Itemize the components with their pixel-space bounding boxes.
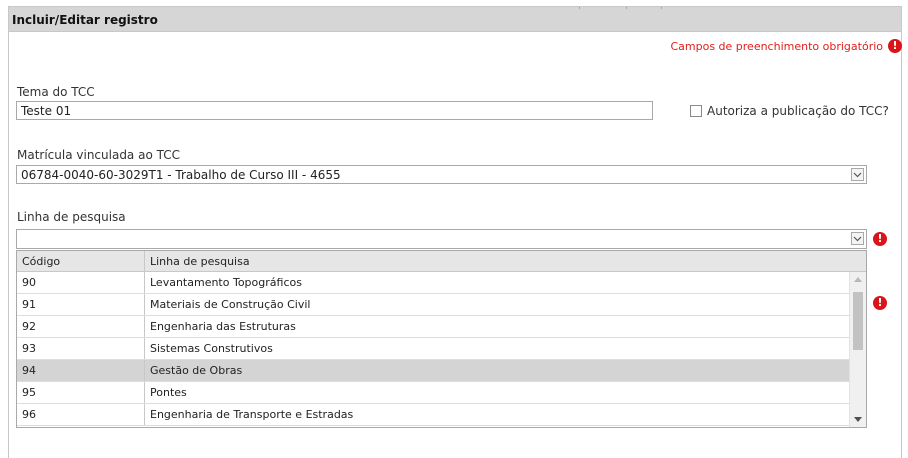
autoriza-label: Autoriza a publicação do TCC? (707, 104, 889, 118)
item-code: 91 (22, 298, 36, 311)
linha-select[interactable] (16, 229, 867, 249)
linha-dropdown-list[interactable]: Código Linha de pesquisa 90 Levantamento… (16, 250, 867, 428)
item-name: Engenharia das Estruturas (150, 320, 296, 333)
scroll-up-icon[interactable] (854, 277, 862, 282)
required-fields-text: Campos de preenchimento obrigatório (670, 39, 883, 53)
tema-label: Tema do TCC (17, 85, 95, 99)
exclamation-icon: ! (888, 39, 902, 53)
item-name: Levantamento Topográficos (150, 276, 302, 289)
matricula-select[interactable]: 06784-0040-60-3029T1 - Trabalho de Curso… (16, 165, 867, 184)
item-code: 92 (22, 320, 36, 333)
column-separator (144, 294, 145, 315)
required-fields-note: Campos de preenchimento obrigatório ! (670, 39, 902, 53)
list-item[interactable]: 93 Sistemas Construtivos (17, 338, 849, 360)
column-header-linha: Linha de pesquisa (150, 255, 250, 268)
dropdown-scrollbar[interactable] (849, 272, 866, 427)
item-name: Materiais de Construção Civil (150, 298, 311, 311)
list-item[interactable]: 95 Pontes (17, 382, 849, 404)
panel-header: Incluir/Editar registro (9, 7, 901, 32)
column-separator (144, 360, 145, 381)
exclamation-icon: ! (873, 296, 887, 310)
list-item[interactable]: 96 Engenharia de Transporte e Estradas (17, 404, 849, 426)
column-separator (144, 404, 145, 425)
panel-title: Incluir/Editar registro (12, 13, 158, 27)
top-mark: · (625, 4, 628, 14)
chevron-down-icon[interactable] (851, 168, 864, 181)
item-code: 93 (22, 342, 36, 355)
list-item-selected[interactable]: 94 Gestão de Obras (17, 360, 849, 382)
list-item[interactable]: 91 Materiais de Construção Civil (17, 294, 849, 316)
item-name: Pontes (150, 386, 187, 399)
column-separator (144, 338, 145, 359)
column-separator (144, 272, 145, 293)
matricula-value: 06784-0040-60-3029T1 - Trabalho de Curso… (21, 168, 341, 182)
item-code: 94 (22, 364, 36, 377)
top-mark: · (660, 4, 663, 14)
column-separator (144, 316, 145, 337)
scroll-down-icon[interactable] (854, 417, 862, 422)
checkbox-box[interactable] (690, 105, 702, 117)
matricula-label: Matrícula vinculada ao TCC (17, 148, 180, 162)
tema-input[interactable]: Teste 01 (16, 101, 653, 120)
item-code: 96 (22, 408, 36, 421)
item-code: 95 (22, 386, 36, 399)
chevron-down-icon[interactable] (851, 232, 864, 245)
item-name: Sistemas Construtivos (150, 342, 273, 355)
top-mark: · (578, 4, 581, 14)
list-item[interactable]: 90 Levantamento Topográficos (17, 272, 849, 294)
dropdown-header: Código Linha de pesquisa (17, 251, 866, 272)
list-item[interactable]: 92 Engenharia das Estruturas (17, 316, 849, 338)
exclamation-icon: ! (873, 232, 887, 246)
linha-label: Linha de pesquisa (17, 210, 126, 224)
item-name: Gestão de Obras (150, 364, 243, 377)
column-header-codigo: Código (22, 255, 61, 268)
column-separator (144, 382, 145, 403)
item-code: 90 (22, 276, 36, 289)
scrollbar-thumb[interactable] (853, 292, 863, 350)
autoriza-checkbox[interactable]: Autoriza a publicação do TCC? (690, 104, 889, 118)
column-separator (144, 251, 145, 271)
item-name: Engenharia de Transporte e Estradas (150, 408, 354, 421)
